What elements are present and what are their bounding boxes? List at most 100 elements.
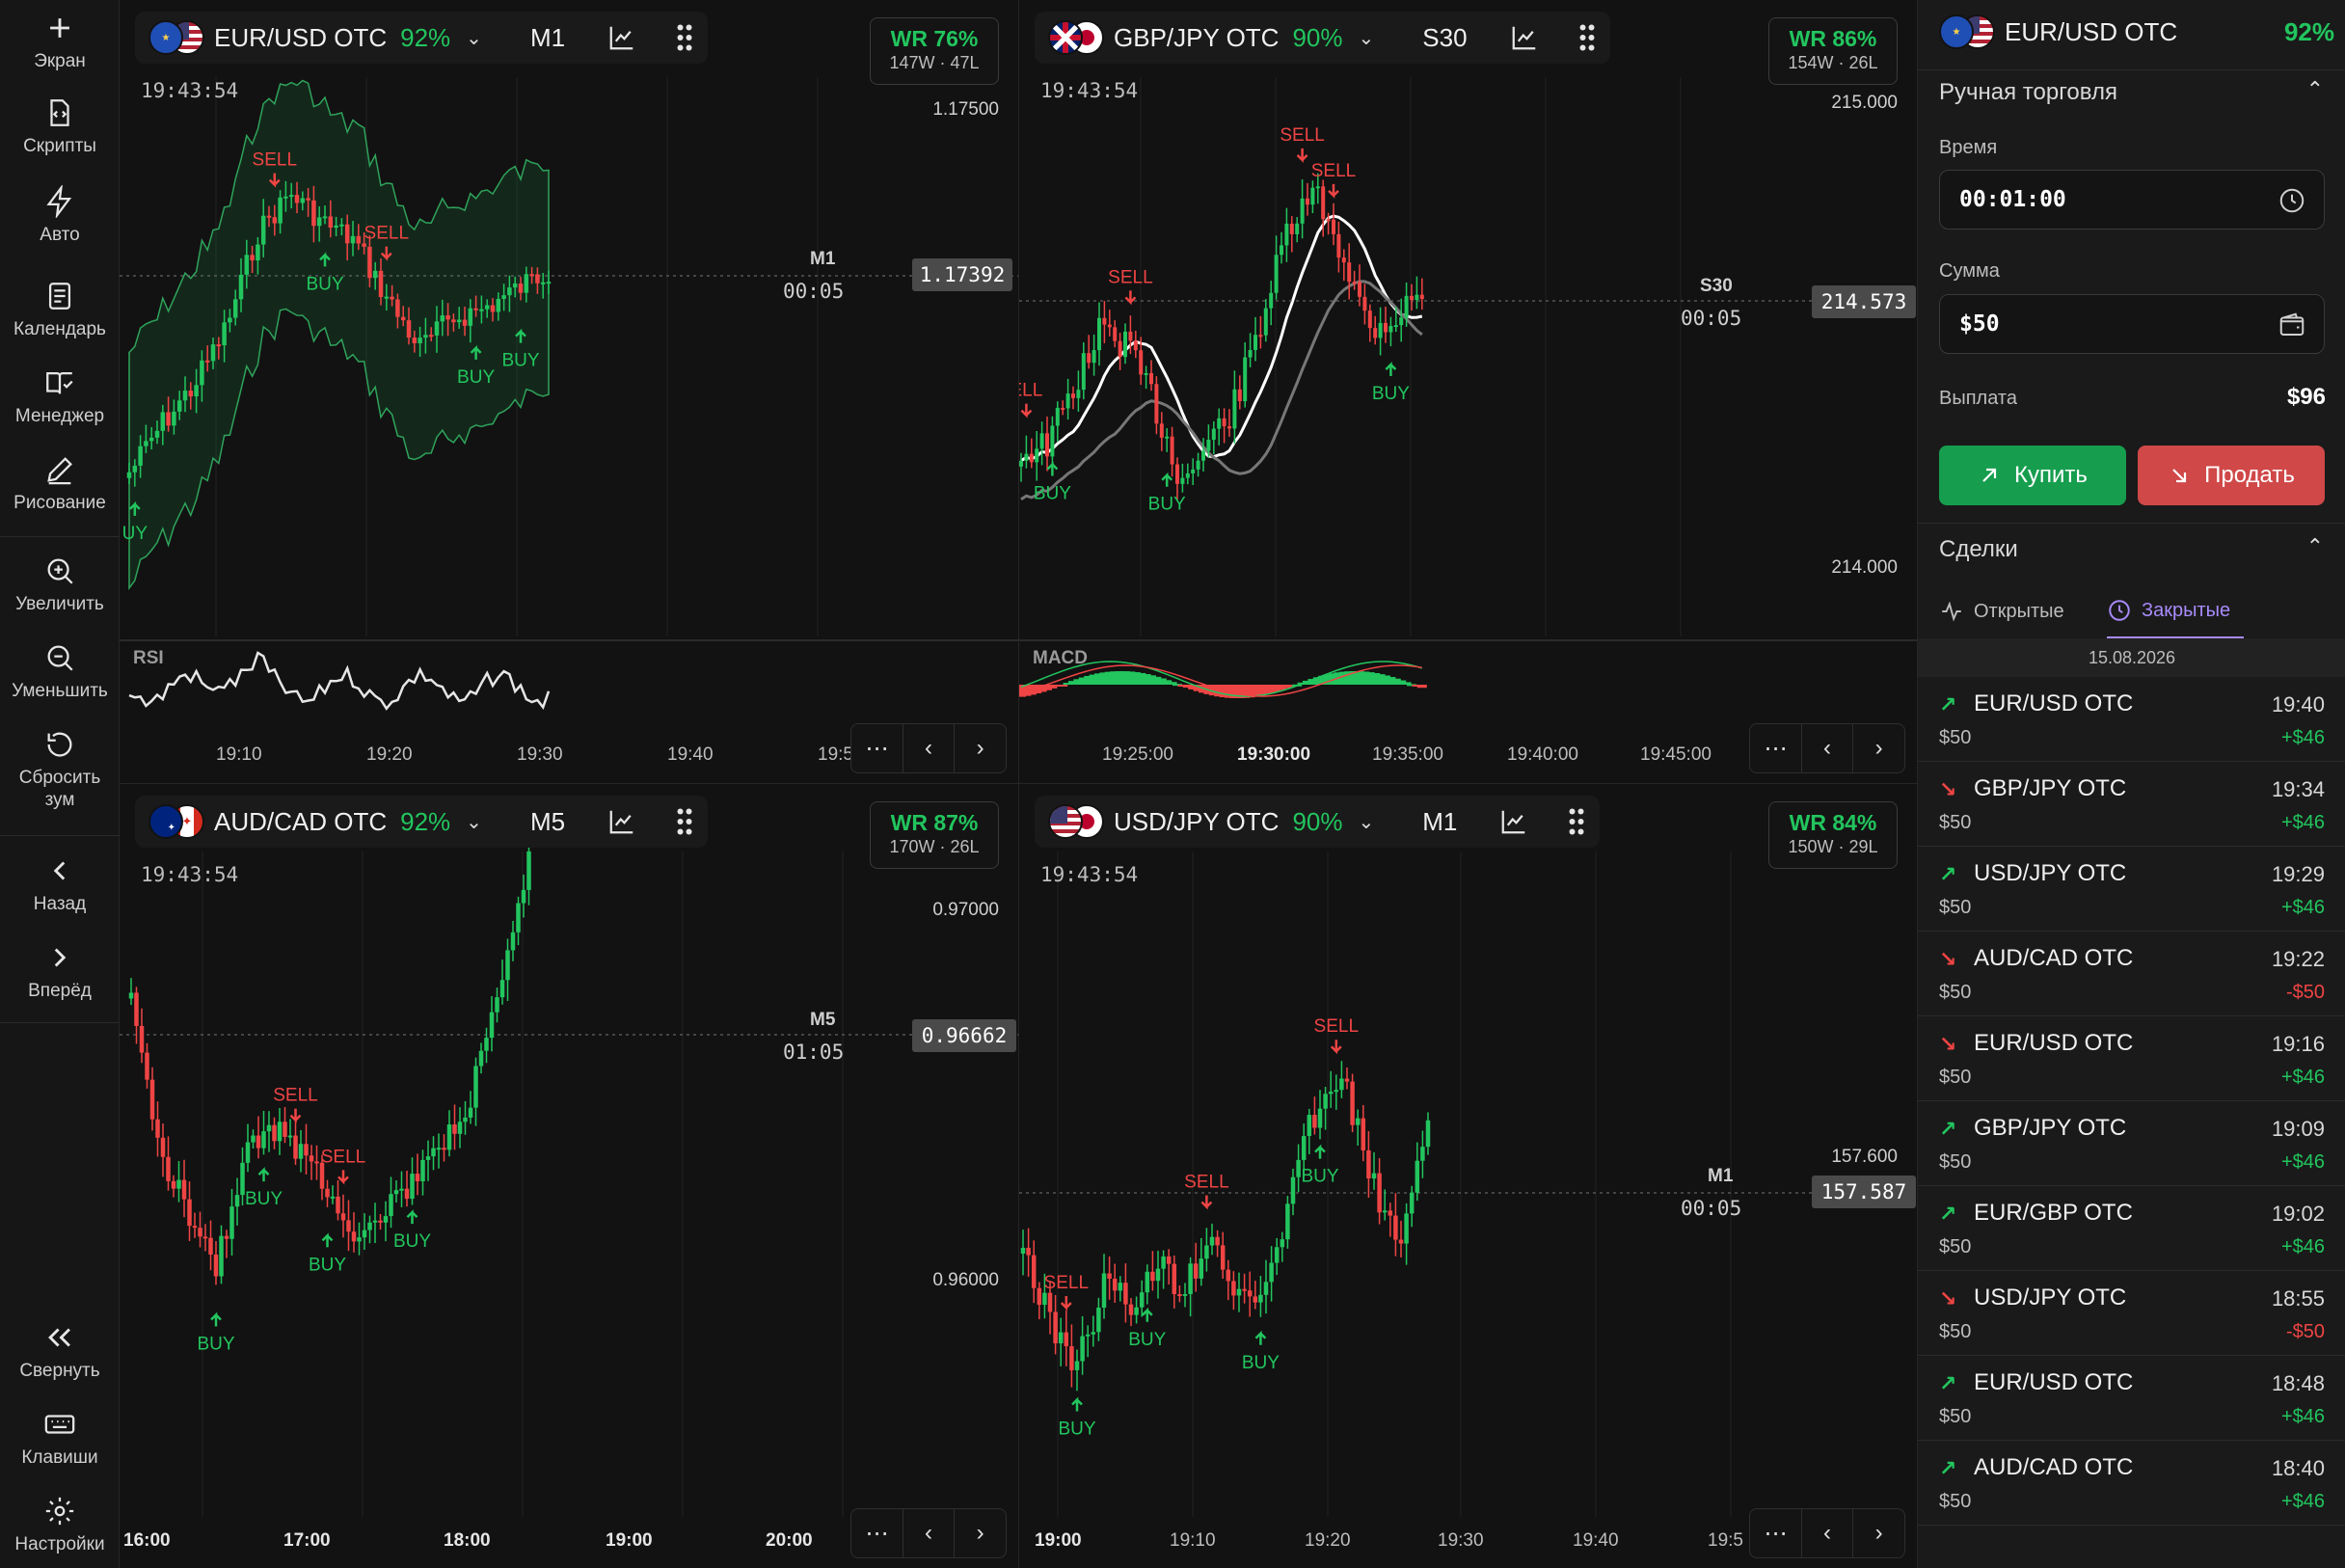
chart-panel-audcad[interactable]: SELL SELL BUY BUY BUY BUY ✦ ✦ AUD/CAD OTC 92%…: [120, 783, 1018, 1568]
scroll-left-button[interactable]: ‹: [1802, 724, 1854, 772]
deal-row[interactable]: ↗ AUD/CAD OTC $50 18:40 +$46: [1918, 1441, 2345, 1526]
candle: [1165, 436, 1170, 439]
x-axis-label: 19:40:00: [1507, 744, 1578, 765]
forward-button[interactable]: Вперёд: [0, 941, 120, 1002]
drawing-button[interactable]: Рисование: [0, 453, 120, 514]
deal-row[interactable]: ↗ EUR/USD OTC $50 18:48 +$46: [1918, 1356, 2345, 1441]
chart-type-icon[interactable]: [1499, 807, 1528, 836]
screen-button[interactable]: Экран: [0, 12, 120, 72]
deal-amount: $50: [1939, 897, 1972, 918]
chevron-up-icon[interactable]: ⌃: [2306, 534, 2324, 559]
pair-name[interactable]: USD/JPY OTC: [1114, 807, 1279, 837]
scroll-left-button[interactable]: ‹: [903, 1509, 956, 1557]
tab-closed[interactable]: Закрытые: [2107, 584, 2245, 638]
deals-title[interactable]: Сделки: [1939, 536, 2018, 563]
chevron-down-icon[interactable]: ⌄: [1359, 26, 1375, 50]
candle: [272, 217, 278, 224]
candle: [245, 1142, 251, 1163]
deal-amount: $50: [1939, 1151, 1972, 1173]
timeframe-selector[interactable]: M1: [1422, 807, 1457, 837]
settings-button[interactable]: Настройки: [0, 1495, 120, 1555]
drag-handle-icon[interactable]: [675, 807, 694, 836]
deal-result: +$46: [2280, 1151, 2325, 1173]
keys-button[interactable]: Клавиши: [0, 1408, 120, 1469]
timeframe-selector[interactable]: M5: [530, 807, 565, 837]
timeframe-selector[interactable]: S30: [1422, 23, 1467, 53]
scroll-right-button[interactable]: ›: [955, 724, 1006, 772]
pair-name[interactable]: GBP/JPY OTC: [1114, 23, 1279, 53]
collapse-button[interactable]: Свернуть: [0, 1321, 120, 1382]
scroll-right-button[interactable]: ›: [1853, 1509, 1904, 1557]
chart-type-icon[interactable]: [607, 807, 636, 836]
pair-name[interactable]: EUR/USD OTC: [214, 23, 387, 53]
zoom-in-button[interactable]: Увеличить: [0, 554, 120, 615]
trade-asset-header[interactable]: ★ EUR/USD OTC 92%: [1939, 12, 2334, 52]
auto-button[interactable]: Авто: [0, 185, 120, 246]
deal-amount: $50: [1939, 812, 1972, 833]
gbpjpy-candle-chart[interactable]: SELL SELL SELL ELL BUY BUY BUY: [1019, 0, 1917, 783]
eurusd-candle-chart[interactable]: SELL SELL BUY BUY BUY UY: [120, 0, 1018, 783]
more-options-button[interactable]: ⋯: [1750, 1509, 1802, 1557]
back-button[interactable]: Назад: [0, 854, 120, 915]
candle: [1295, 223, 1300, 234]
clock-icon[interactable]: [2278, 186, 2306, 215]
reset-zoom-button[interactable]: Сбросить зум: [0, 728, 120, 811]
candle: [463, 1117, 468, 1122]
chart-type-icon[interactable]: [1510, 23, 1539, 52]
chevron-down-icon[interactable]: ⌄: [1358, 810, 1374, 834]
scripts-button[interactable]: Скрипты: [0, 96, 120, 157]
zoom-out-button[interactable]: Уменьшить: [0, 641, 120, 702]
scroll-left-button[interactable]: ‹: [903, 724, 956, 772]
deal-row[interactable]: ↗ EUR/USD OTC $50 19:40 +$46: [1918, 677, 2345, 762]
more-options-button[interactable]: ⋯: [851, 1509, 903, 1557]
candle: [1071, 393, 1075, 398]
amount-field[interactable]: $50: [1939, 294, 2325, 354]
tab-open[interactable]: Открытые: [1939, 584, 2064, 638]
timeframe-selector[interactable]: M1: [530, 23, 565, 53]
usdjpy-candle-chart[interactable]: SELL SELL SELL BUY BUY BUY BUY: [1019, 784, 1917, 1568]
candle: [1310, 187, 1315, 205]
candle: [1393, 325, 1398, 328]
drag-handle-icon[interactable]: [1567, 807, 1586, 836]
deal-row[interactable]: ↗ USD/JPY OTC $50 19:29 +$46: [1918, 847, 2345, 932]
scroll-right-button[interactable]: ›: [1853, 724, 1904, 772]
chart-type-icon[interactable]: [607, 23, 636, 52]
pair-name[interactable]: AUD/CAD OTC: [214, 807, 387, 837]
more-options-button[interactable]: ⋯: [851, 724, 903, 772]
sell-button[interactable]: Продать: [2138, 446, 2325, 505]
chart-panel-eurusd[interactable]: SELL SELL BUY BUY BUY UY ★ EUR/USD OTC 92% ⌄ …: [120, 0, 1018, 783]
deal-row[interactable]: ↘ USD/JPY OTC $50 18:55 -$50: [1918, 1271, 2345, 1356]
buy-button[interactable]: Купить: [1939, 446, 2126, 505]
chart-panel-usdjpy[interactable]: SELL SELL SELL BUY BUY BUY BUY USD/JPY OTC 90%…: [1018, 783, 1917, 1568]
drag-handle-icon[interactable]: [675, 23, 694, 52]
wallet-icon[interactable]: [2278, 311, 2306, 339]
chevron-down-icon[interactable]: ⌄: [466, 810, 482, 834]
manager-button[interactable]: Менеджер: [0, 366, 120, 427]
candle: [390, 296, 394, 300]
deal-row[interactable]: ↘ AUD/CAD OTC $50 19:22 -$50: [1918, 932, 2345, 1016]
more-options-button[interactable]: ⋯: [1750, 724, 1802, 772]
manager-label: Менеджер: [14, 406, 105, 426]
candle: [172, 411, 176, 426]
scroll-left-button[interactable]: ‹: [1802, 1509, 1854, 1557]
current-price-label: 1.17392: [912, 258, 1012, 291]
winrate-value: WR 87%: [890, 810, 979, 835]
candle: [1371, 1173, 1377, 1179]
scroll-right-button[interactable]: ›: [955, 1509, 1006, 1557]
deal-row[interactable]: ↗ EUR/GBP OTC $50 19:02 +$46: [1918, 1186, 2345, 1271]
chart-panel-gbpjpy[interactable]: SELL SELL SELL ELL BUY BUY BUY GBP/JPY OTC 90%…: [1018, 0, 1917, 783]
time-field[interactable]: 00:01:00: [1939, 170, 2325, 230]
candle: [166, 412, 171, 426]
deal-row[interactable]: ↘ EUR/USD OTC $50 19:16 +$46: [1918, 1016, 2345, 1101]
chevron-up-icon[interactable]: ⌃: [2306, 77, 2324, 102]
candle: [128, 992, 134, 999]
signal-label: BUY: [501, 351, 539, 371]
drag-handle-icon[interactable]: [1577, 23, 1597, 52]
candle: [1328, 1092, 1334, 1095]
chevron-down-icon[interactable]: ⌄: [466, 26, 482, 50]
deal-row[interactable]: ↘ GBP/JPY OTC $50 19:34 +$46: [1918, 762, 2345, 847]
calendar-button[interactable]: Календарь: [0, 280, 120, 340]
manual-trading-title[interactable]: Ручная торговля: [1939, 79, 2117, 106]
deal-row[interactable]: ↗ GBP/JPY OTC $50 19:09 +$46: [1918, 1101, 2345, 1186]
audcad-candle-chart[interactable]: SELL SELL BUY BUY BUY BUY: [120, 784, 1018, 1568]
